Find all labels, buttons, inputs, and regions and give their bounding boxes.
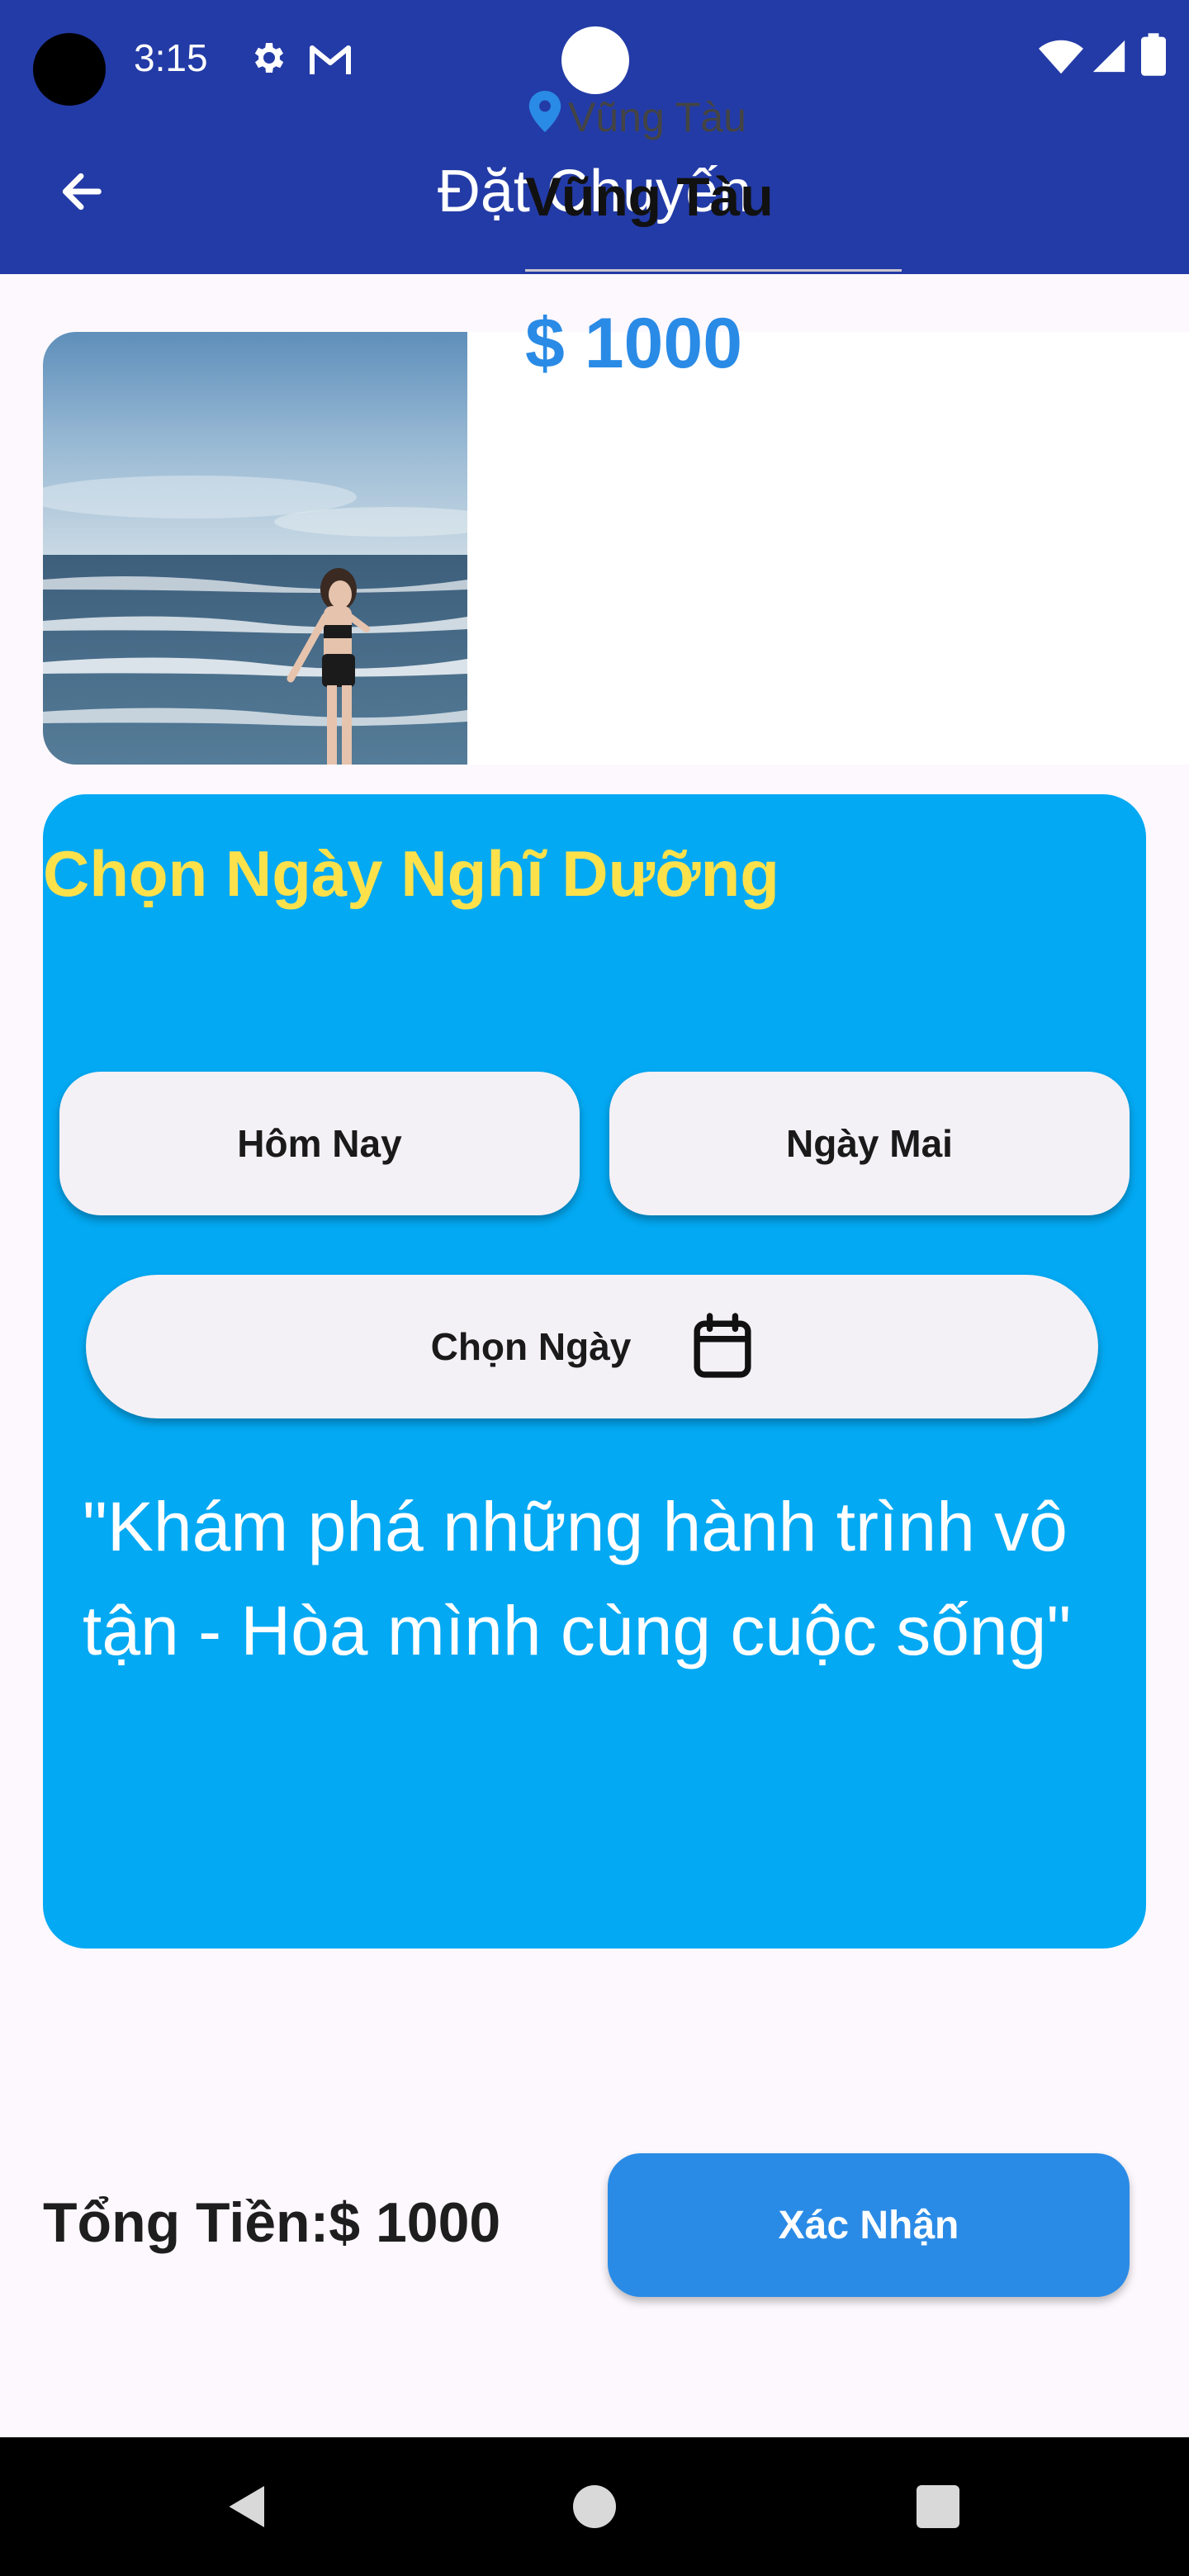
price: $ 1000 — [525, 304, 743, 383]
battery-icon — [1141, 33, 1166, 76]
nav-back-icon[interactable] — [223, 2482, 272, 2531]
wifi-icon — [1039, 40, 1083, 74]
calendar-icon — [694, 1313, 751, 1378]
destination-name: Vũng Tàu — [525, 166, 774, 227]
trip-card[interactable] — [43, 332, 1189, 765]
front-camera-dot — [561, 26, 629, 94]
camera-cutout — [33, 33, 106, 106]
gmail-icon — [310, 45, 351, 74]
pick-date-button[interactable]: Chọn Ngày — [86, 1275, 1098, 1418]
today-button[interactable]: Hôm Nay — [59, 1072, 580, 1215]
nav-home-icon[interactable] — [573, 2485, 616, 2528]
divider — [525, 269, 902, 272]
tomorrow-button[interactable]: Ngày Mai — [609, 1072, 1130, 1215]
quote-text: "Khám phá những hành trình vô tận - Hòa … — [83, 1488, 1072, 1669]
total-price: Tổng Tiền:$ 1000 — [43, 2191, 501, 2254]
destination-photo — [43, 332, 467, 765]
confirm-button[interactable]: Xác Nhận — [608, 2153, 1130, 2297]
signal-icon — [1092, 40, 1125, 73]
location-label: Vũng Tàu — [568, 94, 746, 140]
location-pin-icon — [528, 91, 561, 132]
pick-date-label: Chọn Ngày — [430, 1325, 632, 1368]
gear-icon — [254, 43, 284, 73]
status-time: 3:15 — [134, 36, 208, 79]
date-panel-title: Chọn Ngày Nghĩ Dưỡng — [43, 837, 779, 910]
nav-recents-icon[interactable] — [917, 2485, 959, 2528]
